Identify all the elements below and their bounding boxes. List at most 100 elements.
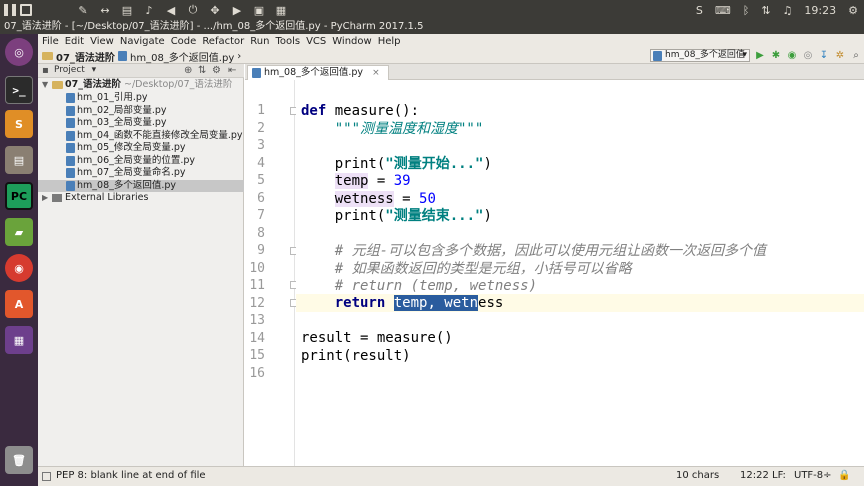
chevron-down-icon[interactable]: ▾ <box>92 65 97 75</box>
tab-hm-08[interactable]: hm_08_多个返回值.py × <box>247 65 389 80</box>
chevron-down-icon: ▾ <box>742 50 747 60</box>
code-line-14: result = measure() <box>301 330 453 346</box>
menu-window[interactable]: Window <box>332 36 371 47</box>
tree-root-folder[interactable]: ▼ 07_语法进阶 ~/Desktop/07_语法进阶 <box>38 79 244 91</box>
lock-icon[interactable]: 🔒 <box>838 467 850 485</box>
bell-icon[interactable]: ♪ <box>142 4 156 17</box>
vcs-icon[interactable]: ↧ <box>818 50 830 62</box>
line-number: 9 <box>257 243 265 258</box>
terminal-icon[interactable]: >_ <box>5 76 33 104</box>
python-file-icon <box>653 51 662 61</box>
software-center-icon[interactable]: A <box>5 290 33 318</box>
text-selection: temp, wetn <box>393 295 479 311</box>
clipboard-icon[interactable]: ▦ <box>274 4 288 17</box>
toolbar-icons: ✎ ↔ ▤ ♪ ◀ ⏻ ✥ ▶ ▣ ▦ <box>76 0 288 20</box>
tree-file-item[interactable]: hm_04_函数不能直接修改全局变量.py <box>38 130 244 142</box>
menu-code[interactable]: Code <box>171 36 197 47</box>
code-line-10: # 如果函数返回的类型是元组，小括号可以省略 <box>301 261 632 277</box>
python-file-icon <box>252 68 261 78</box>
volume-icon[interactable]: ♫ <box>783 4 793 17</box>
python-file-icon <box>66 155 75 166</box>
pycharm-icon[interactable]: PC <box>5 182 33 210</box>
settings-gear-icon[interactable]: ⚙ <box>848 4 858 17</box>
menu-navigate[interactable]: Navigate <box>120 36 165 47</box>
menu-bar: File Edit View Navigate Code Refactor Ru… <box>38 34 864 48</box>
menu-help[interactable]: Help <box>378 36 401 47</box>
line-number: 3 <box>257 138 265 153</box>
ubuntu-logo-icon[interactable]: ◎ <box>5 38 33 66</box>
tree-file-item-selected[interactable]: hm_08_多个返回值.py <box>38 179 244 192</box>
tree-file-item[interactable]: hm_07_全局变量命名.py <box>38 167 244 179</box>
window-controls <box>0 0 32 20</box>
tree-file-item[interactable]: hm_03_全局变量.py <box>38 117 244 129</box>
chrome-icon[interactable]: ◉ <box>5 254 33 282</box>
wrench-icon[interactable]: ✎ <box>76 4 90 17</box>
code-editor[interactable]: def measure(): """测量温度和湿度""" print("测量开始… <box>296 80 864 466</box>
document-icon[interactable] <box>20 4 32 16</box>
menu-vcs[interactable]: VCS <box>306 36 326 47</box>
hide-icon[interactable]: ⇤ <box>228 64 236 78</box>
arrows-icon[interactable]: ↔ <box>98 4 112 17</box>
debug-icon[interactable]: ✱ <box>770 50 782 62</box>
selection-count: 10 chars <box>676 470 720 481</box>
menu-view[interactable]: View <box>90 36 114 47</box>
stop-icon[interactable]: ◎ <box>802 50 814 62</box>
coverage-icon[interactable]: ◉ <box>786 50 798 62</box>
workspace-icon[interactable]: ▦ <box>5 326 33 354</box>
move-icon[interactable]: ✥ <box>208 4 222 17</box>
clock[interactable]: 19:23 <box>804 4 836 17</box>
code-line-9: # 元组-可以包含多个数据，因此可以使用元组让函数一次返回多个值 <box>301 243 766 259</box>
tree-file-item[interactable]: hm_06_全局变量的位置.py <box>38 155 244 167</box>
breadcrumb-file[interactable]: hm_08_多个返回值.py › <box>118 49 241 64</box>
collapse-icon[interactable]: ⇅ <box>198 64 206 78</box>
trash-icon[interactable]: 🗑 <box>5 446 33 474</box>
python-file-icon <box>118 51 127 61</box>
save-icon[interactable]: ▣ <box>252 4 266 17</box>
close-icon[interactable]: × <box>372 68 380 78</box>
menu-edit[interactable]: Edit <box>65 36 84 47</box>
file-encoding[interactable]: UTF-8÷ <box>794 467 832 485</box>
project-folder-icon: ▪ <box>42 65 49 76</box>
caret-position[interactable]: 12:22 <box>740 467 769 485</box>
python-file-icon <box>66 105 75 116</box>
search-icon[interactable]: ⌕ <box>850 50 862 62</box>
tree-external-libraries[interactable]: ▶ External Libraries <box>38 192 244 204</box>
menu-run[interactable]: Run <box>250 36 269 47</box>
line-number: 6 <box>257 191 265 206</box>
tree-file-item[interactable]: hm_05_修改全局变量.py <box>38 142 244 154</box>
menu-tools[interactable]: Tools <box>275 36 300 47</box>
file-cabinet-icon[interactable]: ▤ <box>5 146 33 174</box>
menu-file[interactable]: File <box>42 36 59 47</box>
tree-file-item[interactable]: hm_01_引用.py <box>38 92 244 104</box>
sound-icon[interactable]: ◀ <box>164 4 178 17</box>
sort-icon[interactable]: ⇅ <box>761 4 770 17</box>
bluetooth-icon[interactable]: ᛒ <box>743 4 750 17</box>
pdf-icon[interactable]: ▤ <box>120 4 134 17</box>
line-number: 4 <box>257 156 265 171</box>
play-icon[interactable]: ▶ <box>230 4 244 17</box>
python-file-icon <box>66 93 75 103</box>
pause-icon[interactable] <box>4 4 16 16</box>
settings-icon[interactable]: ✲ <box>834 50 846 62</box>
editor-tab-bar: hm_08_多个返回值.py × <box>245 64 864 80</box>
app-indicator-icon[interactable]: S <box>696 4 703 17</box>
python-file-icon <box>66 130 75 141</box>
tool-windows-toggle-icon[interactable] <box>42 472 51 481</box>
tree-file-item[interactable]: hm_02_局部变量.py <box>38 105 244 117</box>
project-panel-header: ▪ Project ▾ ⊕ ⇅ ⚙ ⇤ <box>38 64 244 78</box>
library-icon <box>52 194 62 202</box>
keyboard-icon[interactable]: ⌨ <box>715 4 731 17</box>
line-number: 14 <box>249 331 265 346</box>
status-bar: PEP 8: blank line at end of file 10 char… <box>38 466 864 486</box>
code-line-5: temp = 39 <box>334 173 411 189</box>
run-config-select[interactable]: hm_08_多个返回值 ▾ <box>650 49 750 62</box>
gear-icon[interactable]: ⚙ <box>212 64 221 78</box>
power-icon[interactable]: ⏻ <box>186 3 200 17</box>
books-icon[interactable]: ▰ <box>5 218 33 246</box>
line-separator[interactable]: LF: <box>772 467 786 485</box>
breadcrumb-project[interactable]: 07_语法进阶 › <box>42 49 122 64</box>
run-icon[interactable]: ▶ <box>754 50 766 62</box>
sync-icon[interactable]: ⊕ <box>184 64 192 78</box>
menu-refactor[interactable]: Refactor <box>202 36 244 47</box>
sublime-text-icon[interactable]: S <box>5 110 33 138</box>
